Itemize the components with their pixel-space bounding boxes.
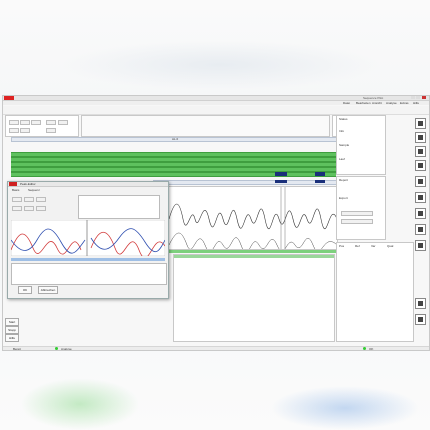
status-ok-icon <box>55 347 58 350</box>
toolbar <box>3 106 429 115</box>
result-list-header <box>174 255 334 258</box>
dialog-tab[interactable]: Sequenz <box>28 189 40 192</box>
help-button[interactable]: Hilfe <box>5 334 19 342</box>
selection-marker[interactable] <box>315 172 325 176</box>
options-panel <box>5 115 79 137</box>
option-button[interactable] <box>46 128 56 133</box>
dialog-option[interactable] <box>24 206 34 211</box>
dialog-info-box <box>78 195 160 219</box>
menu-item[interactable]: Datei <box>343 101 350 105</box>
status-item: Bereit <box>13 347 21 351</box>
sidebar-tool-icon[interactable] <box>415 192 426 203</box>
table-header: Pos <box>339 244 345 248</box>
dialog-title-bar: Peak-Editor <box>8 182 168 187</box>
dialog-option[interactable] <box>24 197 34 202</box>
window-title: Sequence Pilot <box>363 96 384 100</box>
start-button[interactable]: Start <box>5 318 19 326</box>
close-icon[interactable] <box>422 96 426 99</box>
option-button[interactable] <box>46 120 56 125</box>
table-header: Qual <box>387 244 394 248</box>
chromatogram-panel[interactable] <box>168 186 338 253</box>
status-ok-icon <box>363 347 366 350</box>
sidebar-tool-icon[interactable] <box>415 224 426 235</box>
result-list[interactable] <box>173 254 335 342</box>
selection-marker[interactable] <box>315 180 325 183</box>
dialog-option[interactable] <box>36 206 46 211</box>
table-header: Var <box>371 244 376 248</box>
dialog-values-grid <box>11 263 167 285</box>
option-button[interactable] <box>9 128 19 133</box>
menu-item[interactable]: Extras <box>400 101 409 105</box>
sample-panel: Report Export <box>336 176 386 240</box>
background-glow-blue <box>270 386 420 430</box>
variant-table: Pos Ref Var Qual <box>336 242 414 342</box>
ok-button[interactable]: OK <box>18 286 32 294</box>
details-label: Status <box>339 117 348 121</box>
background-glow-top <box>60 40 380 90</box>
sidebar-tool-icon[interactable] <box>415 240 426 251</box>
dialog-option[interactable] <box>36 197 46 202</box>
details-label: Info <box>339 129 345 133</box>
dialog-option[interactable] <box>12 206 22 211</box>
dialog-trace <box>11 220 165 256</box>
peak-editor-dialog: Peak-Editor Basis Sequenz OK Abbrechen <box>7 181 169 299</box>
option-button[interactable] <box>20 120 30 125</box>
dialog-tab[interactable]: Basis <box>12 189 19 192</box>
dialog-logo-icon <box>9 182 17 186</box>
background-glow-green <box>20 378 140 430</box>
status-item: OK <box>369 347 374 351</box>
menu-bar: Datei Bearbeiten Ansicht Analyse Extras … <box>3 101 429 105</box>
status-item: Analyse <box>61 347 72 351</box>
details-label: Lauf <box>339 157 345 161</box>
selection-marker[interactable] <box>275 180 287 183</box>
dialog-position-bar[interactable] <box>11 258 165 261</box>
dialog-title: Peak-Editor <box>20 182 36 186</box>
ruler-strip[interactable]: AL.0 <box>11 137 338 142</box>
table-header: Ref <box>355 244 360 248</box>
option-button[interactable] <box>20 128 30 133</box>
sidebar-tool-icon[interactable] <box>415 132 426 143</box>
details-label: Sample <box>339 143 350 147</box>
option-button[interactable] <box>58 120 68 125</box>
info-panel <box>81 115 330 137</box>
sidebar-tool-icon[interactable] <box>415 146 426 157</box>
details-panel: Status Info Sample Lauf <box>336 115 386 175</box>
stop-button[interactable]: Stopp <box>5 326 19 334</box>
option-button[interactable] <box>9 120 19 125</box>
sidebar-tool-icon[interactable] <box>415 314 426 325</box>
menu-item[interactable]: Hilfe <box>413 101 419 105</box>
dialog-option[interactable] <box>12 197 22 202</box>
minimize-icon[interactable] <box>411 96 415 99</box>
sample-field[interactable] <box>341 219 373 224</box>
sample-label: Export <box>339 196 348 200</box>
trace-greenbar <box>168 250 336 253</box>
app-logo-icon <box>4 96 14 100</box>
sidebar-tool-icon[interactable] <box>415 298 426 309</box>
sidebar-tool-icon[interactable] <box>415 118 426 129</box>
track-scrollbar[interactable] <box>153 180 338 185</box>
option-button[interactable] <box>31 120 41 125</box>
sidebar-tool-icon[interactable] <box>415 160 426 171</box>
menu-item[interactable]: Ansicht <box>372 101 382 105</box>
cancel-button[interactable]: Abbrechen <box>38 286 58 294</box>
ruler-label: AL.0 <box>172 137 179 141</box>
maximize-icon[interactable] <box>416 96 420 99</box>
alignment-track[interactable] <box>11 172 336 177</box>
sidebar-tool-icon[interactable] <box>415 208 426 219</box>
menu-item[interactable]: Bearbeiten <box>356 101 371 105</box>
sidebar-tool-icon[interactable] <box>415 176 426 187</box>
menu-item[interactable]: Analyse <box>386 101 397 105</box>
status-bar: Bereit Analyse OK <box>3 346 429 351</box>
sample-field[interactable] <box>341 211 373 216</box>
sample-label: Report <box>339 178 349 182</box>
selection-marker[interactable] <box>275 172 287 176</box>
chromatogram-trace <box>168 187 338 253</box>
